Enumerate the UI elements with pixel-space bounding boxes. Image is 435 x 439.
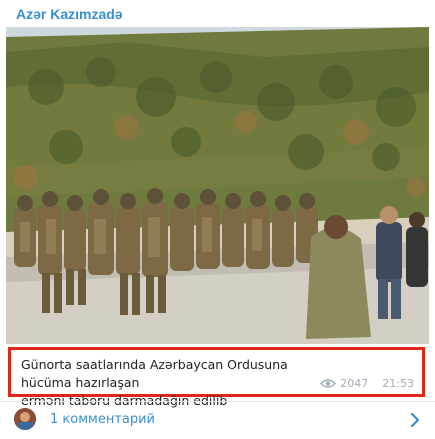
photo-illustration bbox=[6, 27, 429, 344]
view-count: 2047 bbox=[340, 377, 369, 390]
post-time: 21:53 bbox=[382, 377, 414, 390]
channel-post: Azər Kazımzadə Günorta saatlarında Azərb… bbox=[0, 0, 435, 439]
sender-name[interactable]: Azər Kazımzadə bbox=[16, 6, 123, 22]
post-meta: 2047 21:53 bbox=[320, 377, 414, 390]
highlighted-caption: Günorta saatlarında Azərbaycan Ordusuna … bbox=[8, 347, 425, 408]
comments-count-link[interactable]: 1 комментарий bbox=[50, 412, 155, 427]
post-photo[interactable] bbox=[6, 27, 429, 344]
chevron-right-icon[interactable] bbox=[409, 412, 421, 428]
comments-bar[interactable]: 1 комментарий bbox=[0, 401, 435, 439]
caption-line-1: Günorta saatlarında Azərbaycan Ordusuna … bbox=[21, 357, 288, 390]
eye-icon bbox=[320, 379, 337, 388]
commenter-avatar bbox=[14, 408, 36, 430]
